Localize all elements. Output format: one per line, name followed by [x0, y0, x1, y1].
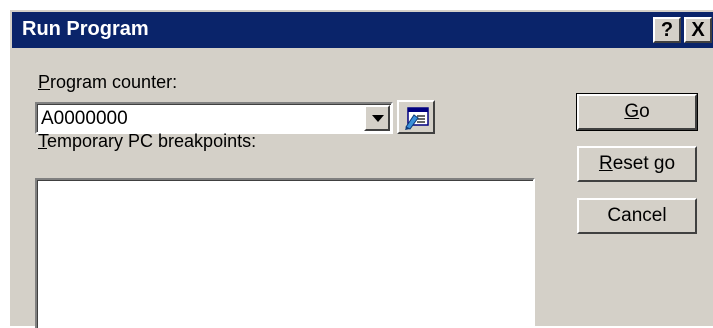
card-edit-icon — [405, 107, 429, 130]
breakpoints-mnemonic: T — [38, 131, 47, 151]
program-counter-label: Program counter: — [38, 72, 177, 93]
program-counter-combobox[interactable]: A0000000 — [35, 102, 393, 134]
program-counter-value[interactable]: A0000000 — [41, 108, 128, 130]
reset-go-button[interactable]: Reset go — [577, 146, 697, 182]
program-counter-mnemonic: P — [38, 72, 51, 92]
breakpoints-label: Temporary PC breakpoints: — [38, 131, 256, 152]
breakpoints-listbox[interactable] — [35, 178, 535, 328]
reset-label: eset go — [612, 153, 676, 174]
go-button[interactable]: Go — [576, 93, 698, 131]
title-bar: Run Program ? X — [12, 12, 713, 48]
listbox-inner-border — [37, 180, 533, 328]
go-mnemonic: G — [624, 101, 640, 122]
program-counter-dropdown-button[interactable] — [364, 105, 390, 131]
dialog-title: Run Program — [22, 18, 149, 40]
breakpoints-label-text: emporary PC breakpoints: — [47, 131, 257, 151]
go-label: o — [639, 101, 650, 122]
help-button[interactable]: ? — [653, 17, 681, 43]
cancel-button[interactable]: Cancel — [577, 198, 697, 234]
close-button[interactable]: X — [684, 17, 712, 43]
run-program-dialog: Run Program ? X Program counter: A000000… — [8, 8, 713, 328]
browse-address-button[interactable] — [397, 100, 435, 134]
program-counter-label-text: rogram counter: — [50, 72, 178, 92]
chevron-down-icon — [372, 115, 384, 122]
reset-mnemonic: R — [598, 153, 613, 174]
